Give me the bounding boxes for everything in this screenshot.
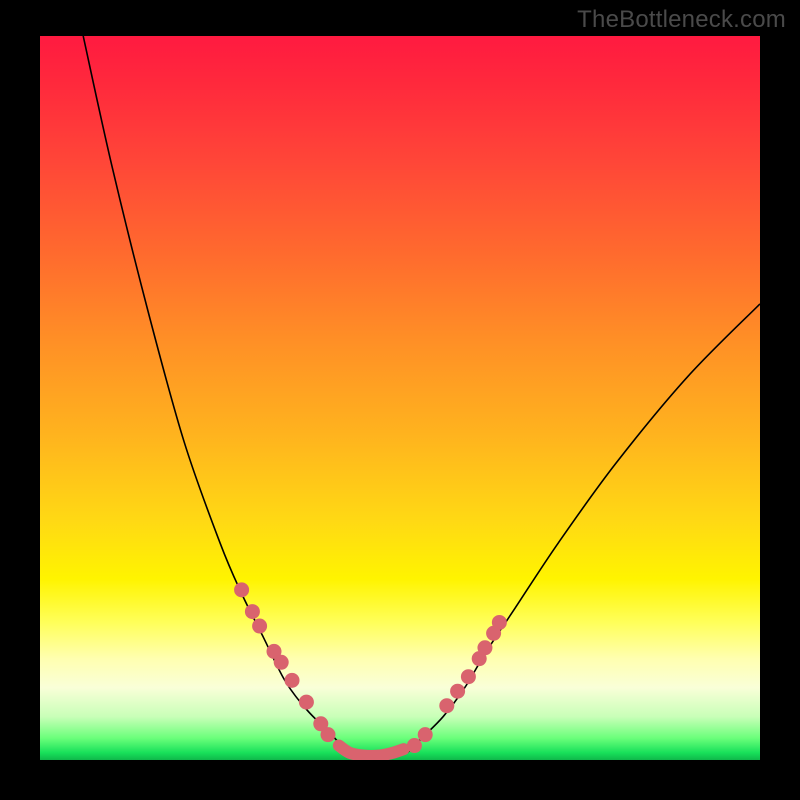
- data-dot: [461, 669, 476, 684]
- data-dot: [274, 655, 289, 670]
- data-dot: [234, 582, 249, 597]
- trough-line: [339, 746, 404, 756]
- plot-area: [40, 36, 760, 760]
- data-dot: [321, 727, 336, 742]
- data-dot: [285, 673, 300, 688]
- data-dot: [450, 684, 465, 699]
- left-curve: [83, 36, 357, 753]
- data-dot: [245, 604, 260, 619]
- data-dot: [418, 727, 433, 742]
- watermark-text: TheBottleneck.com: [577, 6, 786, 34]
- data-dot: [439, 698, 454, 713]
- data-dot: [492, 615, 507, 630]
- data-dot: [252, 619, 267, 634]
- data-dot: [299, 695, 314, 710]
- chart-svg: [40, 36, 760, 760]
- data-dot: [477, 640, 492, 655]
- data-dots: [234, 582, 507, 753]
- stage: TheBottleneck.com: [0, 0, 800, 800]
- data-dot: [407, 738, 422, 753]
